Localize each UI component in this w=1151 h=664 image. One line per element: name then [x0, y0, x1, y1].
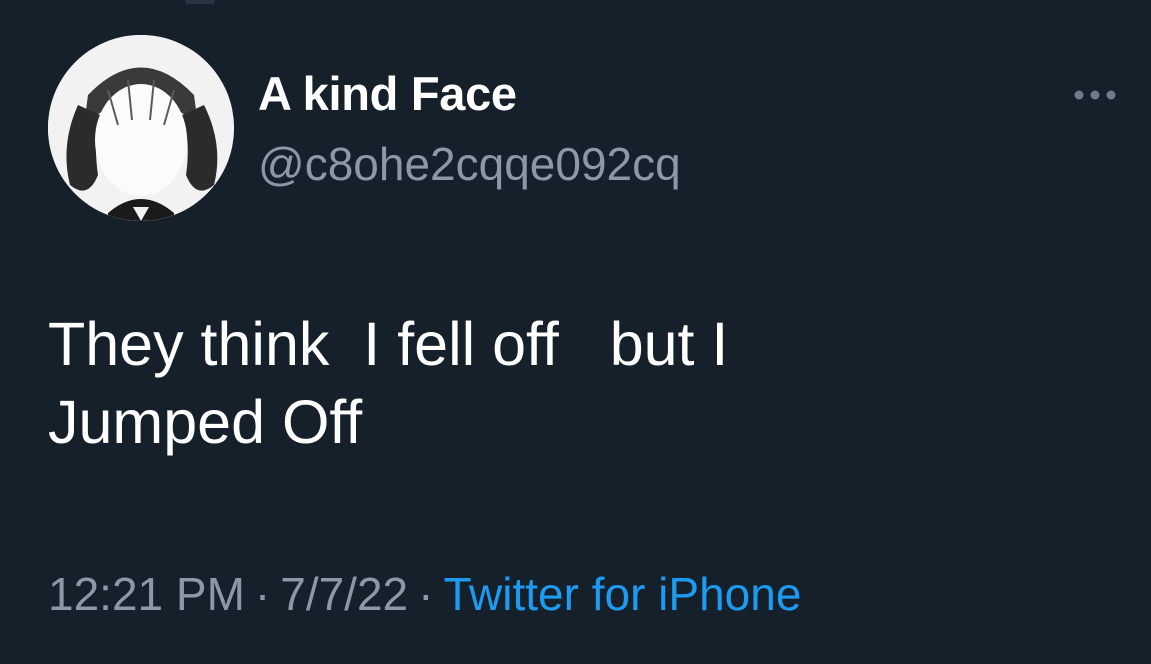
tweet-date[interactable]: 7/7/22 — [280, 568, 408, 620]
display-name[interactable]: A kind Face — [258, 66, 517, 122]
previous-element-edge — [185, 0, 215, 4]
tweet: A kind Face @c8ohe2cqqe092cq They think … — [0, 0, 1151, 664]
separator: · — [418, 568, 434, 620]
tweet-text: They think I fell off but I Jumped Off — [48, 310, 729, 456]
more-options-button[interactable] — [1068, 78, 1122, 112]
avatar[interactable] — [48, 35, 234, 221]
separator: · — [254, 568, 271, 620]
tweet-time[interactable]: 12:21 PM — [48, 568, 245, 620]
handle[interactable]: @c8ohe2cqqe092cq — [258, 136, 681, 192]
avatar-photo — [48, 35, 234, 221]
tweet-metadata: 12:21 PM · 7/7/22 · Twitter for iPhone — [48, 565, 801, 623]
tweet-source-link[interactable]: Twitter for iPhone — [443, 568, 801, 620]
more-horizontal-icon — [1074, 90, 1116, 100]
